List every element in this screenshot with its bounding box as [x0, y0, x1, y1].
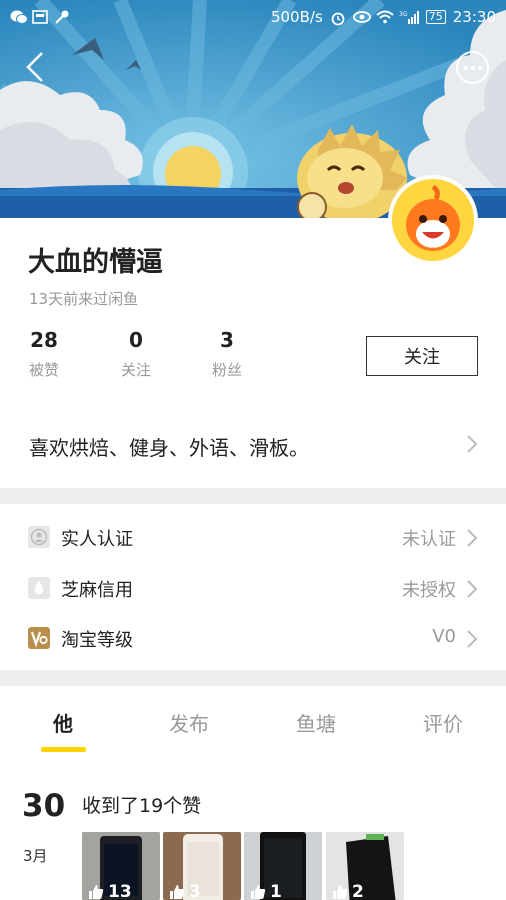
chevron-right-icon	[467, 630, 478, 648]
clock: 23:30	[452, 8, 496, 26]
tab-his[interactable]: 他	[33, 708, 93, 737]
feed-thumbnail[interactable]: 13	[82, 832, 160, 900]
taobao-level-icon	[28, 627, 50, 649]
section-divider	[0, 488, 506, 504]
feed-date-month: 3月	[23, 847, 48, 865]
feed-thumbnail[interactable]: 3	[163, 832, 241, 900]
bio-row[interactable]: 喜欢烘焙、健身、外语、滑板。	[0, 414, 506, 474]
row-value: V0	[432, 626, 456, 647]
feed-thumbnail[interactable]: 1	[244, 832, 322, 900]
feed-title[interactable]: 收到了19个赞	[82, 791, 201, 818]
chevron-left-icon	[26, 52, 43, 82]
stat-value: 3	[220, 328, 234, 352]
mascot-avatar-image	[392, 179, 474, 261]
chevron-right-icon	[467, 435, 478, 453]
avatar[interactable]	[388, 175, 478, 265]
stat-label: 粉丝	[211, 361, 242, 379]
chevron-right-icon	[467, 580, 478, 598]
row-real-name-verification[interactable]: 实人认证 未认证	[0, 512, 506, 562]
user-name: 大血的懵逼	[28, 247, 163, 278]
stat-value: 0	[129, 328, 143, 352]
thumbs-up-icon	[89, 885, 104, 899]
row-sesame-credit[interactable]: 芝麻信用 未授权	[0, 563, 506, 613]
thumbnail-likes: 3	[169, 882, 201, 900]
more-dots-icon	[463, 65, 468, 70]
thumbs-up-icon	[170, 885, 185, 899]
thumbnail-likes: 2	[332, 882, 364, 900]
row-label: 芝麻信用	[61, 580, 133, 601]
stat-label: 被赞	[28, 361, 59, 379]
network-speed: 500B/s	[270, 8, 323, 26]
stat-likes[interactable]: 28 被赞	[14, 328, 74, 380]
feed-thumbnail[interactable]: 2	[326, 832, 404, 900]
signal-icon: 3G	[399, 10, 419, 24]
status-bar: 500B/s 3G 75 23:30	[0, 0, 506, 34]
tab-published[interactable]: 发布	[159, 708, 219, 737]
eye-icon	[352, 10, 371, 24]
last-seen-text: 13天前来过闲鱼	[29, 290, 139, 308]
row-label: 淘宝等级	[61, 630, 133, 651]
person-id-icon	[28, 526, 50, 548]
active-tab-indicator	[41, 747, 86, 752]
bio-text: 喜欢烘焙、健身、外语、滑板。	[29, 436, 309, 460]
stat-following[interactable]: 0 关注	[106, 328, 166, 380]
sesame-credit-icon	[28, 577, 50, 599]
row-value: 未认证	[402, 529, 456, 550]
stat-followers[interactable]: 3 粉丝	[197, 328, 257, 380]
svg-text:3G: 3G	[399, 11, 408, 18]
back-button[interactable]	[22, 50, 48, 84]
stat-value: 28	[30, 328, 58, 352]
wechat-icon	[10, 10, 28, 24]
wifi-icon	[376, 10, 394, 24]
stat-label: 关注	[120, 361, 151, 379]
profile-tabs: 他 发布 鱼塘 评价	[0, 686, 506, 756]
thumbs-up-icon	[251, 885, 266, 899]
more-button[interactable]	[456, 51, 489, 84]
feed-date-day: 30	[22, 788, 66, 824]
tab-reviews[interactable]: 评价	[413, 708, 473, 737]
thumbs-up-icon	[333, 885, 348, 899]
follow-button[interactable]: 关注	[366, 336, 478, 376]
alarm-icon	[330, 10, 346, 26]
row-value: 未授权	[402, 580, 456, 601]
section-divider	[0, 670, 506, 686]
tab-fish-pond[interactable]: 鱼塘	[286, 708, 346, 737]
key-icon	[54, 10, 70, 24]
row-taobao-level[interactable]: 淘宝等级 V0	[0, 613, 506, 663]
row-label: 实人认证	[61, 529, 133, 550]
chevron-right-icon	[467, 529, 478, 547]
app-notification-icon	[32, 10, 48, 24]
profile-stats: 28 被赞 0 关注 3 粉丝	[0, 328, 300, 384]
thumbnail-likes: 13	[88, 882, 132, 900]
thumbnail-likes: 1	[250, 882, 282, 900]
battery-indicator: 75	[425, 10, 446, 24]
